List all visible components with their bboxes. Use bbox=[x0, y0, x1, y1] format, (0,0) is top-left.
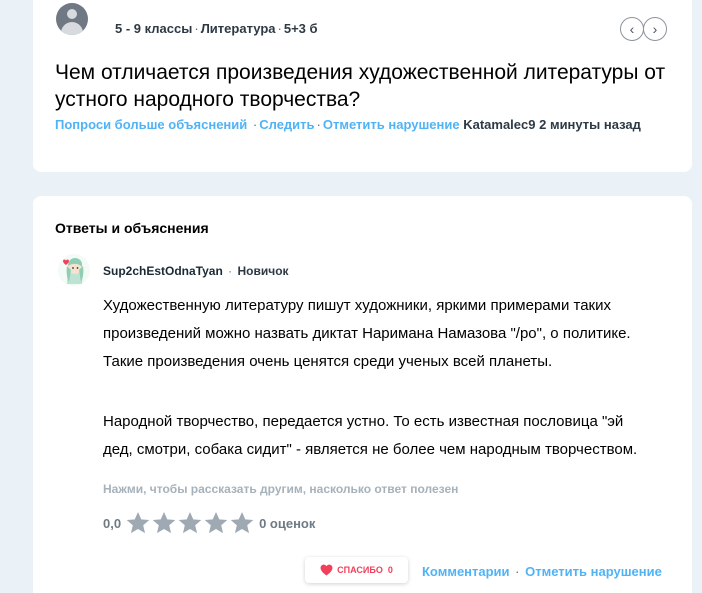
star-icon[interactable] bbox=[151, 510, 177, 536]
answer-actions: Комментарии · Отметить нарушение bbox=[422, 564, 662, 579]
avatar-body-shape bbox=[61, 22, 83, 35]
prev-question-button[interactable]: ‹ bbox=[620, 17, 644, 41]
rating-value: 0,0 bbox=[103, 515, 122, 531]
rating-stars bbox=[125, 510, 255, 536]
avatar-head-shape bbox=[67, 9, 77, 19]
dot-separator: · bbox=[228, 264, 236, 278]
subject-label[interactable]: Литература bbox=[201, 21, 276, 36]
question-meta: 5 - 9 классы · Литература · 5+3 б bbox=[115, 21, 318, 36]
answers-heading: Ответы и объяснения bbox=[55, 220, 209, 236]
star-icon[interactable] bbox=[229, 510, 255, 536]
star-icon[interactable] bbox=[125, 510, 151, 536]
answerer-username[interactable]: Sup2chEstOdnaTyan bbox=[103, 264, 223, 278]
next-question-button[interactable]: › bbox=[643, 17, 667, 41]
thanks-button[interactable]: СПАСИБО 0 bbox=[305, 557, 408, 583]
chevron-left-icon: ‹ bbox=[629, 21, 635, 37]
thanks-count: 0 bbox=[387, 565, 393, 575]
answers-card: Ответы и объяснения Sup2chEstOdnaTyan · … bbox=[33, 196, 692, 593]
asker-avatar[interactable] bbox=[56, 3, 88, 35]
heart-icon bbox=[320, 564, 333, 576]
answer-paragraph: Народной творчество, передается устно. Т… bbox=[103, 413, 638, 458]
answer-text: Художественную литературу пишут художник… bbox=[103, 292, 683, 496]
answer-paragraph: Художественную литературу пишут художник… bbox=[103, 297, 631, 370]
answerer-rank: Новичок bbox=[237, 264, 289, 278]
comments-link[interactable]: Комментарии bbox=[422, 564, 510, 579]
thanks-label: СПАСИБО bbox=[337, 565, 383, 575]
star-icon[interactable] bbox=[203, 510, 229, 536]
answerer-avatar[interactable] bbox=[58, 254, 90, 286]
rating-count: 0 оценок bbox=[259, 515, 316, 531]
answer-rating: 0,0 0 оценок bbox=[103, 510, 315, 536]
question-card: 5 - 9 классы · Литература · 5+3 б ‹ › Чем от… bbox=[33, 0, 692, 172]
answerer-info: Sup2chEstOdnaTyan · Новичок bbox=[103, 264, 289, 278]
dot-separator: · bbox=[515, 564, 524, 579]
meta-separator: · bbox=[194, 21, 199, 36]
follow-link[interactable]: Следить bbox=[259, 117, 314, 132]
grade-label[interactable]: 5 - 9 классы bbox=[115, 21, 192, 36]
ask-more-link[interactable]: Попроси больше объяснений bbox=[55, 117, 247, 132]
report-answer-link[interactable]: Отметить нарушение bbox=[525, 564, 662, 579]
question-actions: Попроси больше объяснений · Следить · Отмет… bbox=[55, 117, 641, 132]
question-title: Чем отличается произведения художественн… bbox=[55, 61, 666, 111]
question-time: 2 минуты назад bbox=[539, 117, 641, 132]
dot-separator: · bbox=[249, 117, 258, 132]
meta-separator: · bbox=[277, 21, 282, 36]
star-icon[interactable] bbox=[177, 510, 203, 536]
anime-girl-avatar-icon bbox=[58, 254, 90, 286]
question-author[interactable]: Katamalec9 bbox=[463, 117, 535, 132]
report-question-link[interactable]: Отметить нарушение bbox=[323, 117, 460, 132]
helpful-prompt: Нажми, чтобы рассказать другим, наскольк… bbox=[103, 482, 459, 496]
chevron-right-icon: › bbox=[652, 21, 658, 37]
dot-separator: · bbox=[316, 117, 321, 132]
points-label: 5+3 б bbox=[283, 21, 318, 36]
